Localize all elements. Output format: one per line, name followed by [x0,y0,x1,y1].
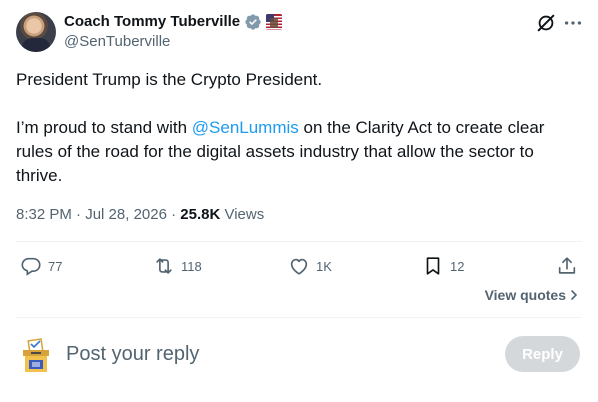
mention-link[interactable]: @SenLummis [192,118,299,137]
bookmark-button[interactable]: 12 [422,254,464,278]
grok-icon[interactable] [535,12,557,34]
meta-separator: · [71,206,86,223]
tweet-date[interactable]: Jul 28, 2026 [85,206,167,223]
more-options-icon[interactable] [562,12,584,34]
like-button[interactable]: 1K [288,254,332,278]
like-count: 1K [316,258,332,274]
author-avatar[interactable] [16,12,56,52]
repost-button[interactable]: 118 [153,254,202,278]
tweet-paragraph-1: President Trump is the Crypto President. [16,70,323,89]
view-quotes-label: View quotes [484,287,566,303]
ballot-box-avatar-icon [23,338,49,372]
share-icon [558,257,576,274]
reply-input[interactable]: Post your reply [66,338,486,370]
share-button[interactable] [556,254,578,278]
repost-icon [156,258,172,274]
reply-button[interactable]: 77 [20,254,62,278]
divider [16,241,582,242]
tweet-meta: 8:32 PM · Jul 28, 2026 · 25.8K Views [16,205,264,225]
tweet-text-segment: I’m proud to stand with [16,118,192,137]
divider [16,317,582,318]
meta-separator: · [166,206,181,223]
tweet-time[interactable]: 8:32 PM [16,206,72,223]
bookmark-icon [426,257,440,275]
views-label: Views [220,206,265,223]
reply-icon [21,257,41,276]
us-senate-flag-icon [266,14,282,30]
tweet-text: President Trump is the Crypto President.… [16,68,582,188]
tweet-paragraph-2: I’m proud to stand with @SenLummis on th… [16,116,582,188]
views-count: 25.8K [180,206,221,223]
chevron-right-icon [571,290,578,300]
bookmark-count: 12 [450,258,465,274]
author-display-name[interactable]: Coach Tommy Tuberville [64,12,240,32]
repost-count: 118 [181,258,202,274]
author-handle[interactable]: @SenTuberville [64,32,170,52]
view-quotes-link[interactable]: View quotes [485,287,580,303]
verified-badge-icon[interactable] [244,13,262,31]
reply-submit-button[interactable]: Reply [505,336,580,372]
reply-count: 77 [48,258,63,274]
heart-icon [290,258,308,275]
